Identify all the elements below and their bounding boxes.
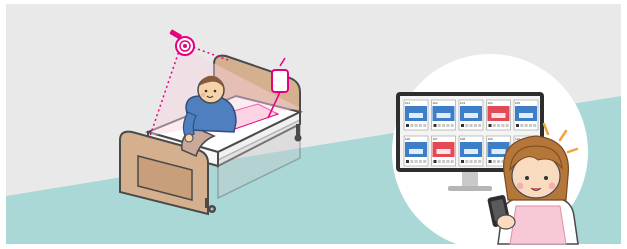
room-tile: 106 bbox=[403, 135, 429, 167]
monitor-neck bbox=[462, 172, 478, 186]
room-tile-indicator bbox=[446, 160, 450, 163]
caregiver-hand bbox=[496, 214, 516, 230]
room-tile-indicator bbox=[461, 124, 464, 127]
room-tile: 104 bbox=[486, 99, 511, 131]
room-tile-bed bbox=[436, 149, 451, 154]
room-tile-bed bbox=[409, 149, 423, 154]
room-tile: 102 bbox=[431, 99, 456, 131]
room-tile-number: 109 bbox=[488, 137, 493, 141]
room-tile-bed bbox=[491, 149, 506, 154]
caregiver-cheek-right bbox=[548, 182, 556, 190]
room-tile-number: 106 bbox=[405, 137, 410, 141]
patient-eye-left bbox=[204, 89, 208, 93]
room-tile-number: 105 bbox=[515, 101, 520, 105]
room-tile-number: 102 bbox=[433, 101, 438, 105]
room-tile-bed bbox=[519, 113, 533, 118]
room-tile-indicator bbox=[423, 160, 427, 163]
room-tile-indicator bbox=[478, 160, 482, 163]
room-tile-indicator bbox=[497, 160, 501, 163]
room-tile-indicator bbox=[501, 124, 505, 127]
room-tile-number: 107 bbox=[433, 137, 438, 141]
room-tile-indicator bbox=[469, 124, 473, 127]
room-tile-indicator bbox=[446, 124, 450, 127]
room-tile-indicator bbox=[410, 124, 414, 127]
room-tile-indicator bbox=[414, 124, 418, 127]
room-tile-indicator bbox=[478, 124, 482, 127]
room-tile: 101 bbox=[403, 99, 429, 131]
room-tile-indicator bbox=[437, 124, 441, 127]
room-tile-indicator bbox=[410, 160, 414, 163]
room-tile-bed bbox=[409, 113, 423, 118]
room-tile-indicator bbox=[488, 124, 492, 127]
room-tile-number: 104 bbox=[488, 101, 493, 105]
room-tile-indicator bbox=[469, 160, 473, 163]
patient-eye-right bbox=[213, 89, 217, 93]
caregiver-apron bbox=[509, 205, 567, 245]
room-tile-bed bbox=[491, 113, 506, 118]
room-tile-number: 101 bbox=[405, 101, 410, 105]
room-tile: 103 bbox=[458, 99, 484, 131]
room-tile-indicator bbox=[528, 124, 532, 127]
room-tile-indicator bbox=[492, 160, 496, 163]
patient-hand bbox=[184, 133, 194, 143]
room-tile: 105 bbox=[513, 99, 539, 131]
room-tile-indicator bbox=[524, 124, 528, 127]
room-tile-indicator bbox=[488, 160, 492, 163]
bed-monitoring-illustration: 101 102 103 104 105106 107 108 109 110 bbox=[0, 0, 627, 249]
room-tile-indicator bbox=[533, 124, 537, 127]
room-tile-indicator bbox=[516, 124, 519, 127]
caregiver-cheek-left bbox=[516, 182, 524, 190]
bed-wheel-back bbox=[294, 134, 302, 142]
room-tile-indicator bbox=[497, 124, 501, 127]
caregiver-eye-right bbox=[544, 176, 548, 180]
room-tile-indicator bbox=[414, 160, 418, 163]
caregiver-eye-left bbox=[525, 176, 529, 180]
room-tile-number: 103 bbox=[460, 101, 465, 105]
room-tile-indicator bbox=[505, 124, 509, 127]
bed-leg-back bbox=[296, 124, 300, 136]
room-tile-indicator bbox=[473, 160, 477, 163]
room-tile-bed bbox=[436, 113, 451, 118]
room-tile-indicator bbox=[423, 124, 427, 127]
room-tile-indicator bbox=[465, 160, 469, 163]
room-tile-bed bbox=[464, 149, 478, 154]
room-tile-indicator bbox=[473, 124, 477, 127]
monitor-stand bbox=[448, 186, 492, 191]
room-tile-indicator bbox=[406, 160, 409, 163]
room-tile-indicator bbox=[465, 124, 469, 127]
room-tile-indicator bbox=[450, 124, 454, 127]
room-tile: 108 bbox=[458, 135, 484, 167]
room-tile-indicator bbox=[520, 124, 524, 127]
room-tile-indicator bbox=[418, 160, 422, 163]
room-tile-indicator bbox=[442, 160, 446, 163]
room-tile-indicator bbox=[492, 124, 496, 127]
room-tile-indicator bbox=[437, 160, 441, 163]
room-tile: 107 bbox=[431, 135, 456, 167]
room-tile-indicator bbox=[442, 124, 446, 127]
room-tile-number: 108 bbox=[460, 137, 465, 141]
room-tile-indicator bbox=[433, 124, 437, 127]
room-tile-indicator bbox=[450, 160, 454, 163]
room-tile-indicator bbox=[433, 160, 437, 163]
room-tile-indicator bbox=[418, 124, 422, 127]
room-tile-bed bbox=[464, 113, 478, 118]
bed-wheel-front-hub bbox=[210, 207, 214, 211]
room-tile-indicator bbox=[461, 160, 464, 163]
bed-leg-front bbox=[205, 198, 209, 208]
room-tile-indicator bbox=[406, 124, 409, 127]
patient-cheek bbox=[201, 93, 205, 97]
